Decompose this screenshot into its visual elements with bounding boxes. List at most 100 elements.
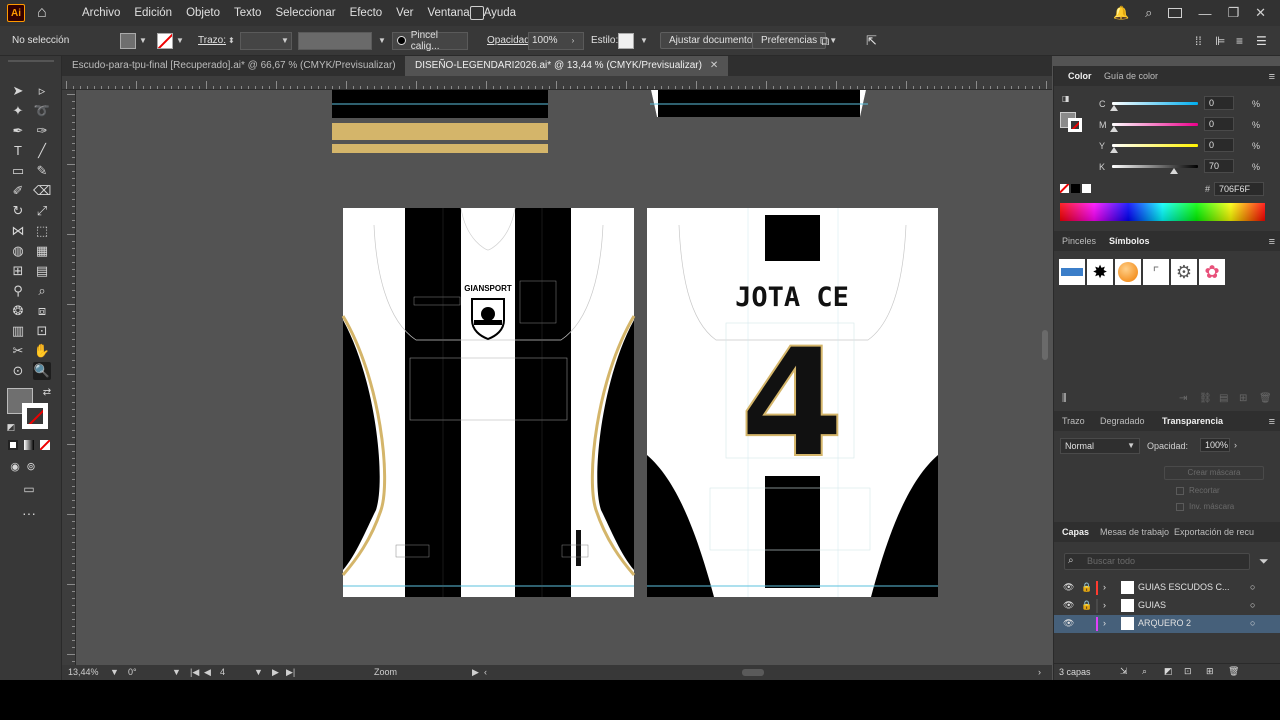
artboard-canvas[interactable]: GIANSPORT JOTA CE 4 (76, 90, 1052, 665)
tab-stroke[interactable]: Trazo (1062, 416, 1085, 426)
panel-menu-icon[interactable]: ≡ (1269, 71, 1275, 83)
channel-k-thumb[interactable] (1170, 168, 1178, 174)
panel-menu-icon[interactable]: ☰ (1256, 34, 1267, 48)
home-icon[interactable]: ⌂ (37, 5, 53, 21)
free-transform-icon[interactable]: ⬚ (33, 222, 51, 240)
variable-width-profile[interactable] (298, 31, 372, 50)
arrange-icon[interactable]: ⁞⁞ (1195, 34, 1202, 48)
top-left-piece[interactable] (332, 90, 548, 153)
visibility-eye-icon[interactable]: 👁 (1063, 582, 1074, 593)
channel-m-slider[interactable] (1112, 123, 1198, 126)
color-swap-icon[interactable]: ◨ (1062, 94, 1070, 103)
scroll-left-icon[interactable]: ‹ (484, 667, 487, 677)
paintbrush-tool-icon[interactable]: ✎ (33, 162, 51, 180)
new-layer-icon[interactable]: ⊞ (1206, 666, 1214, 677)
tab-escudo[interactable]: Escudo-para-tpu-final [Recuperado].ai* @… (62, 56, 422, 76)
menu-seleccionar[interactable]: Seleccionar (268, 7, 342, 19)
pen-tool-icon[interactable]: ✒ (9, 122, 27, 140)
rotation-dropdown-icon[interactable]: ▼ (172, 667, 181, 677)
fill-swatch[interactable]: ▼ (120, 32, 147, 49)
status-play-icon[interactable]: ▶ (472, 667, 479, 678)
layer-row[interactable]: 👁 › ARQUERO 2 ○ (1054, 615, 1280, 633)
tab-color-guide[interactable]: Guía de color (1104, 71, 1158, 81)
tab-color[interactable]: Color (1068, 71, 1092, 81)
color-spectrum[interactable] (1060, 203, 1265, 221)
stroke-weight-dropdown[interactable]: ▼ (240, 31, 292, 50)
back-jersey[interactable]: JOTA CE 4 (647, 208, 938, 597)
channel-k-slider[interactable] (1112, 165, 1198, 168)
top-right-piece[interactable] (650, 90, 868, 117)
new-sublayer-icon[interactable]: ⊡ (1184, 666, 1192, 677)
locate-object-icon[interactable]: ⌕ (1142, 666, 1147, 677)
line-tool-icon[interactable]: ╱ (33, 142, 51, 160)
swap-colors-icon[interactable]: ⇄ (38, 384, 56, 402)
zoom-level[interactable]: 13,44% (68, 667, 99, 677)
channel-y-thumb[interactable] (1110, 147, 1118, 153)
measure-tool-icon[interactable]: ⌕ (33, 282, 51, 300)
toolbar-grip[interactable] (8, 60, 54, 62)
tab-asset-export[interactable]: Exportación de recu (1174, 527, 1274, 537)
filter-icon[interactable]: ⏷ (1259, 554, 1269, 569)
menu-texto[interactable]: Texto (227, 7, 269, 19)
channel-k-value[interactable]: 70 (1204, 159, 1234, 173)
graph-tool-icon[interactable]: ▥ (9, 322, 27, 340)
tab-artboards[interactable]: Mesas de trabajo (1100, 527, 1169, 537)
properties-icon[interactable]: ≡ (1236, 34, 1243, 48)
hex-value[interactable]: 706F6F (1214, 182, 1264, 196)
tab-layers[interactable]: Capas (1062, 527, 1089, 537)
blend-mode-dropdown[interactable]: Normal ▼ (1060, 438, 1140, 454)
arrange-documents-icon[interactable] (470, 6, 484, 20)
profile-chevron-icon[interactable]: ▼ (378, 36, 386, 45)
menu-ver[interactable]: Ver (389, 7, 420, 19)
visibility-eye-icon[interactable]: 👁 (1063, 618, 1074, 629)
symbol-blue-bar-icon[interactable] (1059, 259, 1085, 285)
blend-tool-icon[interactable]: ⧈ (33, 302, 51, 320)
none-swatch-icon[interactable] (1060, 184, 1069, 193)
menu-objeto[interactable]: Objeto (179, 7, 227, 19)
rectangle-tool-icon[interactable]: ▭ (9, 162, 27, 180)
layer-row[interactable]: 👁 🔒 › GUIAS ○ (1054, 597, 1280, 615)
artboard-number[interactable]: 4 (220, 667, 225, 677)
menu-edicion[interactable]: Edición (127, 7, 179, 19)
stroke-color-box[interactable] (22, 403, 48, 429)
direct-selection-tool-icon[interactable]: ▹ (33, 82, 51, 100)
eraser-tool-icon[interactable]: ⌫ (33, 182, 51, 200)
prev-artboard-icon[interactable]: ◀ (204, 667, 211, 678)
none-mode-icon[interactable] (40, 440, 50, 450)
channel-y-value[interactable]: 0 (1204, 138, 1234, 152)
horizontal-ruler[interactable] (62, 76, 1052, 90)
menu-ventana[interactable]: Ventana (420, 7, 476, 19)
tab-brushes[interactable]: Pinceles (1062, 236, 1096, 246)
notifications-icon[interactable]: 🔔 (1113, 5, 1129, 21)
align-icon[interactable]: ⧉ ▼ (820, 33, 837, 49)
print-tiling-icon[interactable]: ⊙ (9, 362, 27, 380)
default-colors-icon[interactable]: ◩ (2, 418, 20, 436)
target-circle-icon[interactable]: ○ (1250, 618, 1255, 628)
layer-name[interactable]: GUIAS ESCUDOS C... (1138, 582, 1230, 592)
zoom-dropdown-icon[interactable]: ▼ (110, 667, 119, 677)
symbol-library-icon[interactable]: ⫼ (1062, 393, 1067, 404)
transparency-opacity-value[interactable]: 100% (1200, 438, 1230, 452)
layer-row[interactable]: 👁 🔒 › GUIAS ESCUDOS C... ○ (1054, 579, 1280, 597)
panel-menu-icon[interactable]: ≡ (1269, 236, 1275, 248)
tab-diseno[interactable]: DISEÑO-LEGENDARI2026.ai* @ 13,44 % (CMYK… (405, 56, 729, 76)
channel-m-thumb[interactable] (1110, 126, 1118, 132)
symbol-flower-icon[interactable]: ✿ (1199, 259, 1225, 285)
lock-icon[interactable]: 🔒 (1081, 600, 1092, 611)
close-icon[interactable]: ✕ (1255, 5, 1266, 21)
color-mode-icon[interactable] (8, 440, 18, 450)
next-artboard-icon[interactable]: ▶ (272, 667, 279, 678)
hand-tool-icon[interactable]: ✋ (33, 342, 51, 360)
type-tool-icon[interactable]: T (9, 142, 27, 160)
visibility-eye-icon[interactable]: 👁 (1063, 600, 1074, 611)
preferences-button[interactable]: Preferencias (752, 32, 827, 49)
eyedropper-icon[interactable]: ⚲ (9, 282, 27, 300)
expand-chevron-icon[interactable]: › (1103, 618, 1106, 628)
lock-icon[interactable]: 🔒 (1081, 582, 1092, 593)
gradient-mode-icon[interactable] (24, 440, 34, 450)
layer-name[interactable]: ARQUERO 2 (1138, 618, 1191, 628)
black-swatch[interactable] (1071, 184, 1080, 193)
zoom-tool-icon[interactable]: 🔍 (33, 362, 51, 380)
screen-mode-icon[interactable]: ⊚ (22, 458, 40, 476)
adjust-document-button[interactable]: Ajustar documento (660, 32, 762, 49)
